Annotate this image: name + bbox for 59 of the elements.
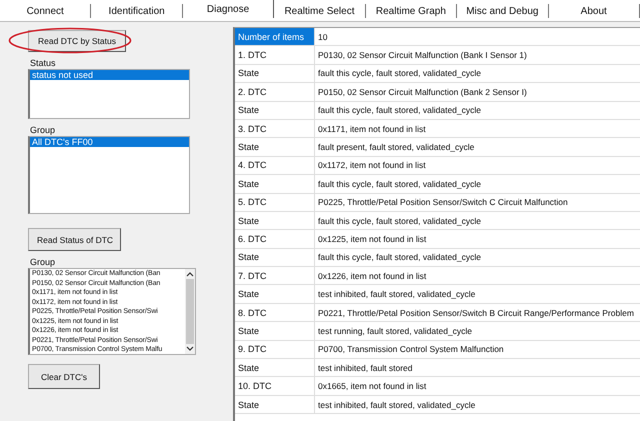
table-cell[interactable]: State: [235, 102, 315, 119]
table-cell-text: 0x1225, item not found in list: [317, 232, 428, 246]
list-item[interactable]: All DTC's FF00: [30, 137, 189, 147]
table-cell[interactable]: 10. DTC: [235, 377, 315, 395]
table-cell[interactable]: 4. DTC: [235, 156, 315, 174]
table-cell[interactable]: 1. DTC: [235, 46, 315, 64]
table-cell-text: test inhibited, fault stored, validated_cycle: [317, 398, 476, 412]
table-cell[interactable]: 5. DTC: [235, 194, 315, 211]
scroll-down-icon[interactable]: [186, 346, 194, 352]
table-cell[interactable]: State: [235, 212, 315, 230]
list-item[interactable]: status not used: [30, 70, 189, 80]
table-cell[interactable]: State: [235, 64, 315, 82]
table-cell-text: P0221, Throttle/Petal Position Sensor/Switch B Circuit Range/Performance Problem: [317, 306, 635, 320]
table-cell-text: 0x1226, item not found in list: [317, 270, 428, 283]
table-cell[interactable]: 2. DTC: [235, 83, 315, 101]
tab[interactable]: Realtime Graph: [366, 4, 458, 18]
tab[interactable]: About: [548, 4, 640, 18]
scrollbar-thumb[interactable]: [186, 279, 194, 344]
table-cell[interactable]: 9. DTC: [235, 340, 315, 358]
table-cell[interactable]: Number of items: [235, 28, 315, 46]
table-cell-text: 0x1665, item not found in list: [317, 380, 428, 394]
table-cell[interactable]: State: [235, 396, 315, 414]
clear-dtcs-button[interactable]: Clear DTC's: [28, 364, 100, 389]
table-cell-text: fault this cycle, fault stored, validated_cycle: [317, 178, 482, 191]
table-cell[interactable]: 7. DTC: [235, 267, 315, 284]
table-cell-text: fault this cycle, fault stored, validated_cycle: [317, 67, 482, 80]
group-label: Group: [30, 125, 56, 136]
scrollbar[interactable]: [185, 269, 195, 354]
read-dtc-by-status-button[interactable]: Read DTC by Status: [28, 30, 126, 52]
table-cell-text: test running, fault stored, validated_cycle: [317, 324, 474, 338]
table-cell[interactable]: 8. DTC: [235, 304, 315, 322]
status-label: Status: [30, 58, 56, 69]
table-cell[interactable]: State: [235, 359, 315, 376]
tab[interactable]: Misc and Debug: [457, 4, 549, 18]
table-cell-text: test inhibited, fault stored, validated_cycle: [317, 288, 476, 302]
group-label: Group: [30, 257, 56, 268]
table-cell[interactable]: 3. DTC: [235, 120, 315, 138]
table-cell-text: 10: [317, 30, 328, 44]
table-cell-text: fault this cycle, fault stored, validated_cycle: [317, 251, 482, 264]
table-cell[interactable]: State: [235, 248, 315, 266]
table-cell-text: fault this cycle, fault stored, validated_cycle: [317, 104, 482, 118]
table-cell-text: P0130, 02 Sensor Circuit Malfunction (Bank I Sensor 1): [317, 49, 528, 62]
table-cell-text: 0x1172, item not found in list: [317, 159, 427, 172]
table-cell-text: P0225, Throttle/Petal Position Sensor/Switch C Circuit Malfunction: [317, 196, 569, 210]
table-cell-text: fault present, fault stored, validated_cycle: [317, 141, 476, 154]
tab[interactable]: Realtime Select: [274, 4, 366, 18]
tab[interactable]: Connect: [0, 4, 92, 18]
table-cell[interactable]: 6. DTC: [235, 230, 315, 248]
table-cell-text: 0x1171, item not found in list: [317, 122, 427, 136]
table-cell-text: fault this cycle, fault stored, validated_cycle: [317, 214, 482, 228]
table-cell[interactable]: State: [235, 285, 315, 303]
table-cell[interactable]: State: [235, 138, 315, 156]
read-status-button[interactable]: Read Status of DTC: [28, 228, 121, 251]
table-cell[interactable]: State: [235, 322, 315, 340]
scroll-up-icon[interactable]: [186, 271, 194, 277]
table-cell-text: test inhibited, fault stored: [317, 362, 414, 375]
table-cell[interactable]: State: [235, 175, 315, 193]
table-cell-text: P0150, 02 Sensor Circuit Malfunction (Bank 2 Sensor I): [317, 86, 528, 99]
table-cell-text: P0700, Transmission Control System Malfunction: [317, 343, 505, 356]
